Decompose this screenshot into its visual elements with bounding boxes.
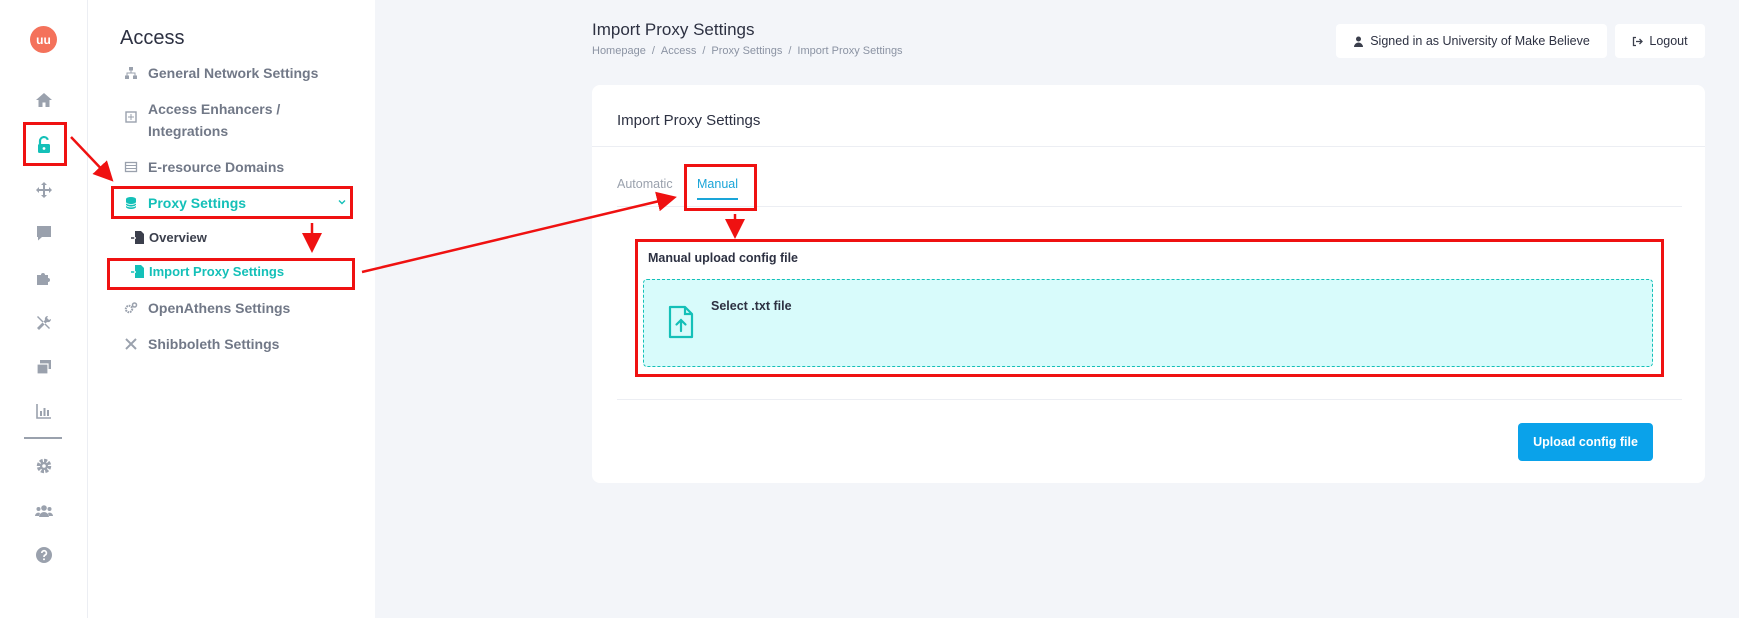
breadcrumb-homepage[interactable]: Homepage — [592, 45, 646, 57]
user-icon — [1354, 36, 1364, 47]
breadcrumb-import-proxy-settings: Import Proxy Settings — [797, 45, 903, 57]
puzzle-icon[interactable] — [30, 264, 58, 292]
menu-item-openathens-settings[interactable]: OpenAthens Settings — [124, 297, 290, 319]
annotation-box-import-proxy — [107, 258, 355, 290]
submenu-item-overview[interactable]: Overview — [130, 230, 207, 245]
users-icon[interactable] — [30, 497, 58, 525]
tab-automatic[interactable]: Automatic — [617, 177, 673, 191]
menu-item-label: E-resource Domains — [148, 159, 285, 175]
breadcrumb-access[interactable]: Access — [661, 45, 696, 57]
file-import-icon — [131, 231, 144, 244]
menu-item-shibboleth-settings[interactable]: Shibboleth Settings — [124, 333, 279, 355]
move-icon[interactable] — [30, 176, 58, 204]
annotation-box-manual-tab — [684, 164, 757, 211]
chart-icon[interactable] — [30, 397, 58, 425]
menu-item-label: Shibboleth Settings — [148, 336, 280, 352]
integration-icon — [125, 111, 137, 123]
breadcrumb-proxy-settings[interactable]: Proxy Settings — [711, 45, 782, 57]
card-footer-divider — [617, 399, 1682, 400]
submenu-item-label: Overview — [149, 230, 207, 245]
menu-item-e-resource-domains[interactable]: E-resource Domains — [124, 156, 284, 178]
breadcrumb: Homepage / Access / Proxy Settings / Imp… — [592, 45, 903, 57]
signed-in-button[interactable]: Signed in as University of Make Believe — [1336, 24, 1607, 58]
app-logo[interactable]: uu — [30, 26, 57, 53]
upload-config-button[interactable]: Upload config file — [1518, 423, 1653, 461]
card-divider — [592, 146, 1705, 147]
tools-icon[interactable] — [30, 309, 58, 337]
menu-item-general-network-settings[interactable]: General Network Settings — [124, 62, 318, 84]
submenu-title: Access — [120, 27, 185, 49]
menu-item-label: General Network Settings — [148, 65, 319, 81]
home-icon[interactable] — [30, 86, 58, 114]
chat-icon[interactable] — [30, 219, 58, 247]
page-title: Import Proxy Settings — [592, 20, 755, 39]
windows-icon[interactable] — [30, 353, 58, 381]
menu-item-access-enhancers[interactable]: Access Enhancers / Integrations — [124, 98, 280, 142]
logout-icon — [1633, 36, 1644, 46]
card-title: Import Proxy Settings — [617, 112, 761, 129]
table-icon — [124, 161, 138, 173]
rail-divider — [24, 437, 62, 439]
cogs-icon — [124, 302, 138, 314]
help-icon[interactable] — [30, 541, 58, 569]
menu-item-label: Access Enhancers / — [148, 101, 281, 117]
logout-label: Logout — [1649, 34, 1688, 48]
access-submenu: Access General Network Settings Access E… — [88, 0, 375, 618]
gear-icon[interactable] — [30, 452, 58, 480]
menu-item-label: OpenAthens Settings — [148, 300, 291, 316]
icon-rail: uu — [0, 0, 88, 618]
annotation-box-unlock — [23, 122, 67, 166]
tools-icon — [125, 338, 137, 350]
menu-item-label-line2: Integrations — [148, 123, 229, 139]
signed-in-label: Signed in as University of Make Believe — [1370, 34, 1590, 48]
network-icon — [125, 67, 137, 79]
logout-button[interactable]: Logout — [1615, 24, 1705, 58]
annotation-box-upload-area — [635, 239, 1664, 377]
annotation-box-proxy-settings — [111, 186, 353, 219]
tab-bar: Automatic Manual — [617, 177, 1682, 207]
